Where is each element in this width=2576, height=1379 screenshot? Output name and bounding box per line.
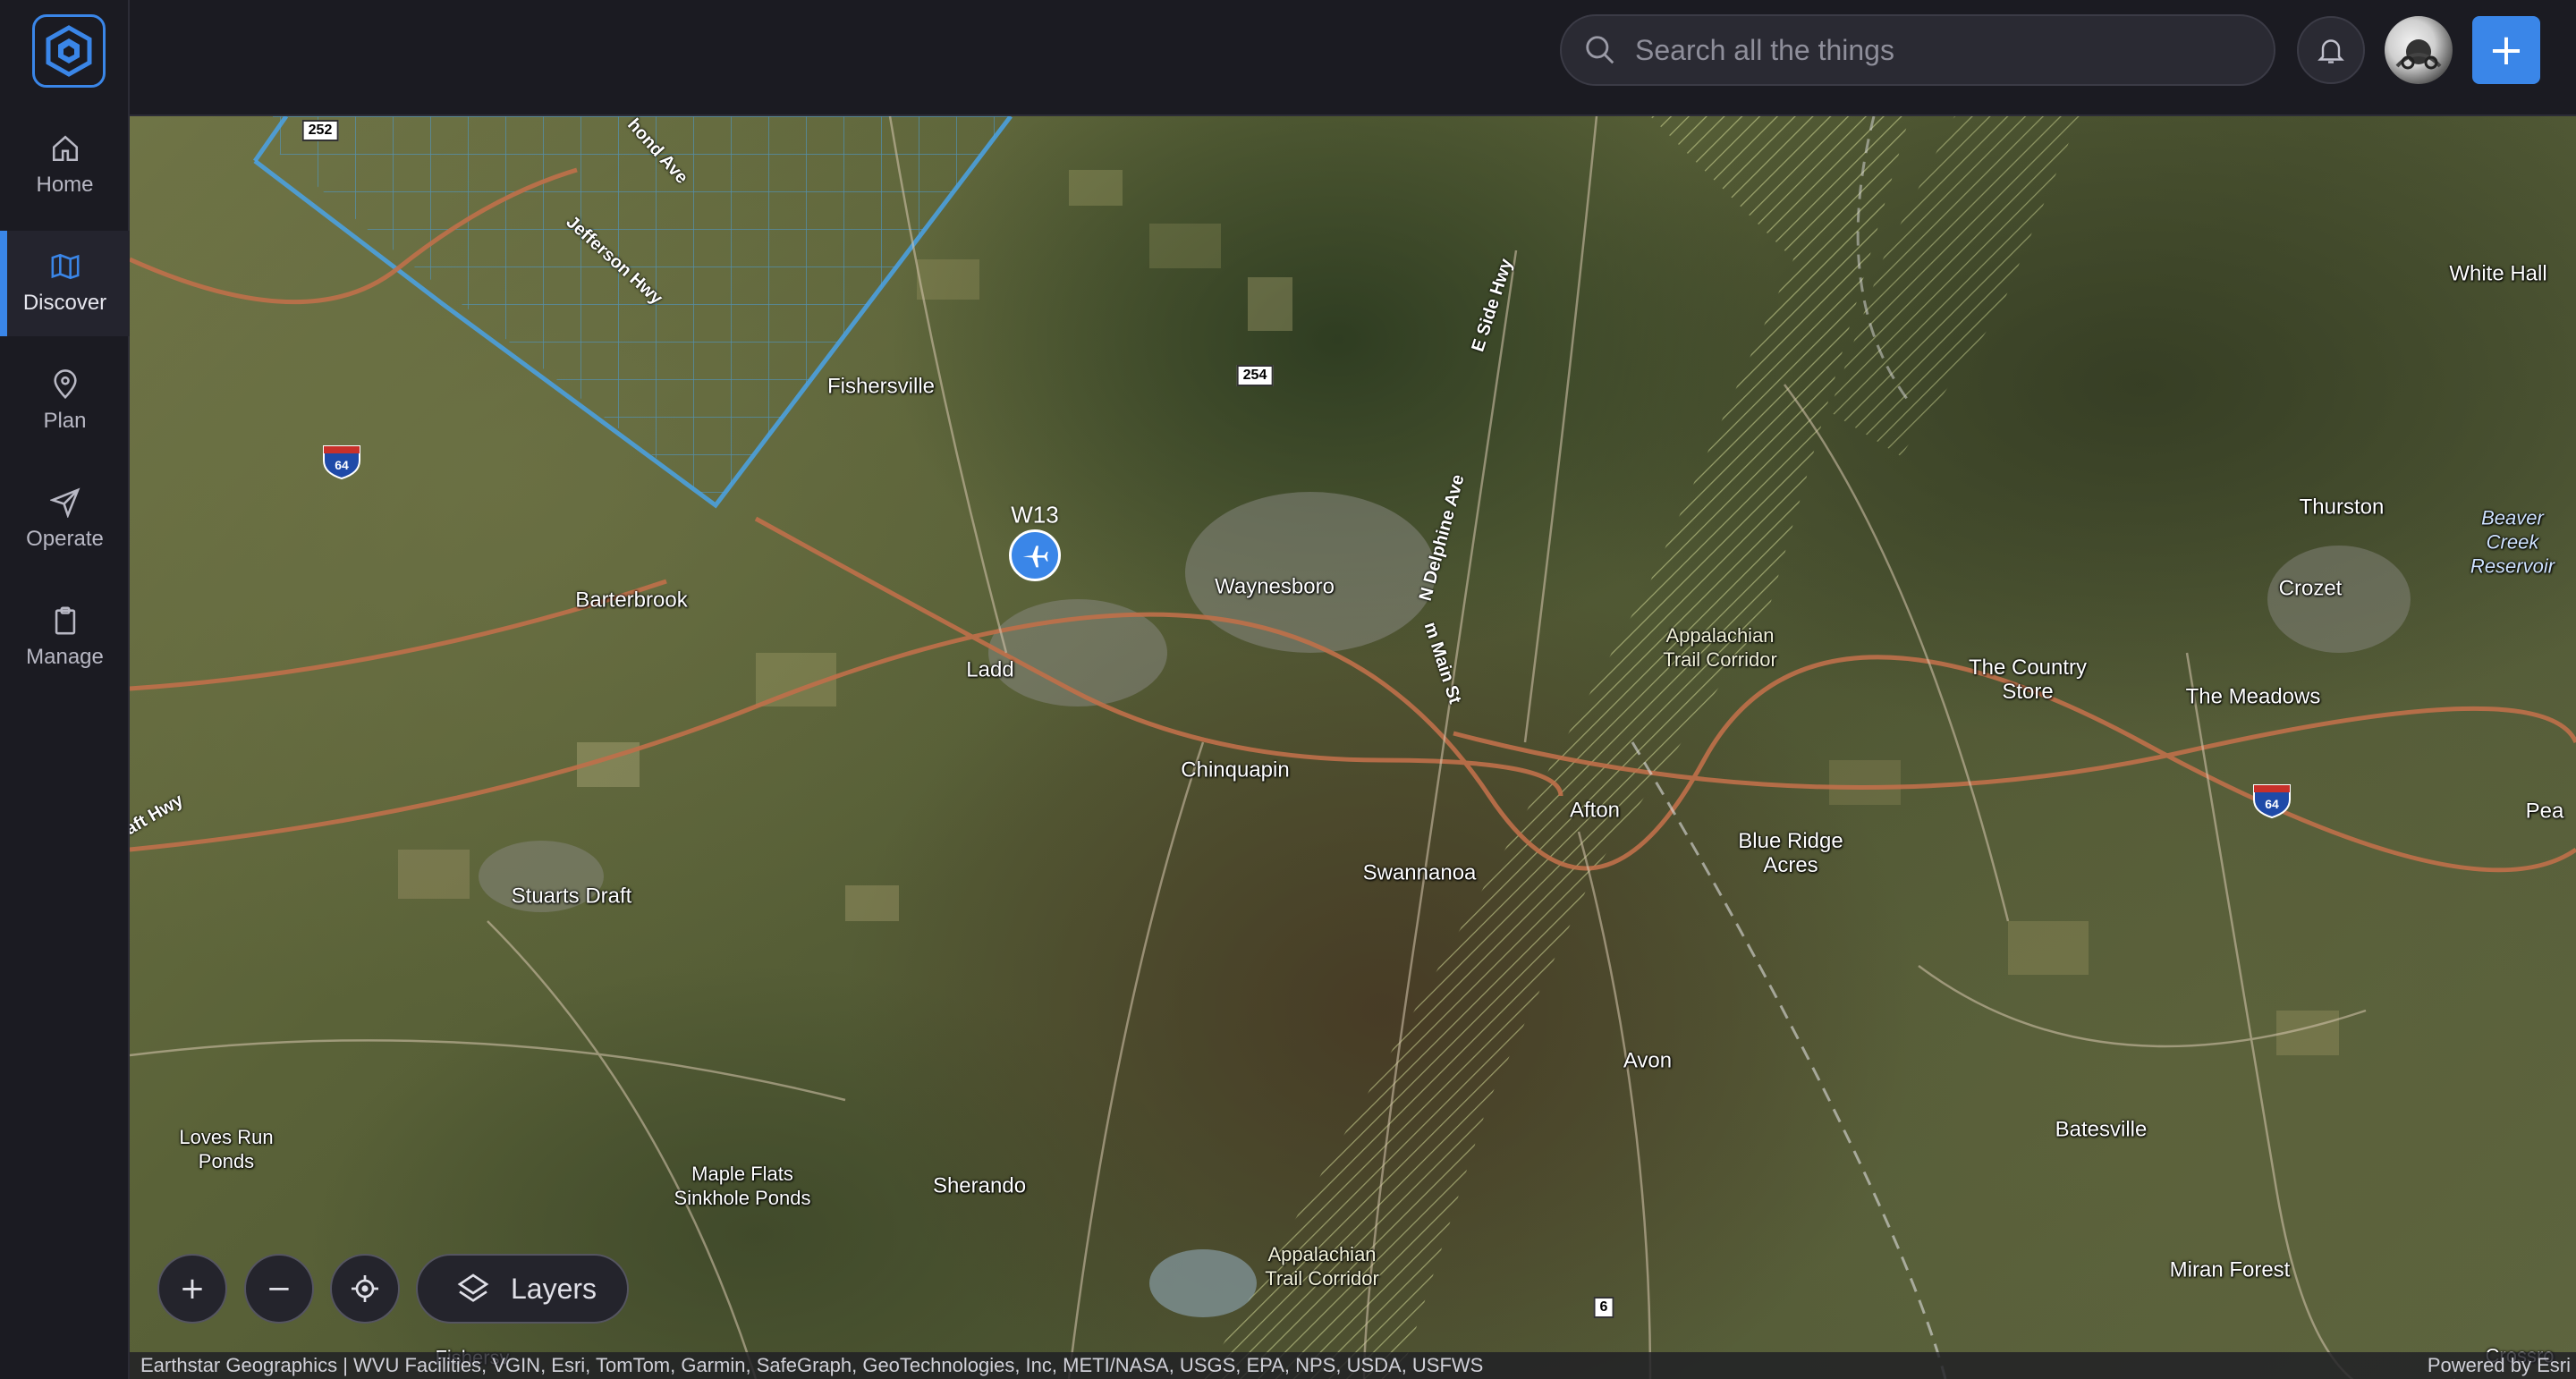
place-label: Batesville: [2055, 1117, 2148, 1142]
interstate-shield: 64: [2252, 783, 2292, 819]
interstate-number: 64: [2265, 797, 2279, 811]
layers-button[interactable]: Layers: [416, 1254, 629, 1324]
layers-label: Layers: [511, 1272, 597, 1305]
interstate-shield-icon: 64: [2253, 784, 2291, 819]
search-icon: [1586, 36, 1614, 64]
route-shield: 254: [1236, 365, 1274, 386]
map-pin-icon: [53, 369, 77, 399]
place-label: Fishersville: [826, 374, 936, 399]
place-label: Appalachian Trail Corridor: [1265, 1243, 1379, 1290]
place-label: Crozet: [2278, 576, 2343, 601]
sidebar-item-operate[interactable]: Operate: [0, 467, 130, 572]
sidebar-item-plan[interactable]: Plan: [0, 349, 130, 454]
place-label: Avon: [1623, 1048, 1673, 1073]
zoom-in-button[interactable]: +: [157, 1254, 227, 1324]
notifications-button[interactable]: [2297, 16, 2365, 84]
crosshair-icon: [352, 1275, 378, 1302]
search-bar[interactable]: [1560, 14, 2275, 86]
sidebar-item-label: Home: [36, 173, 94, 197]
interstate-number: 64: [335, 458, 349, 472]
powered-by-link[interactable]: Powered by Esri: [2428, 1352, 2571, 1379]
place-label: Swannanoa: [1362, 860, 1477, 885]
sidebar-item-label: Manage: [26, 645, 104, 669]
airplane-icon: [1022, 546, 1048, 568]
bell-icon: [2318, 39, 2344, 63]
airport-label: W13: [1011, 501, 1059, 529]
place-label: Maple Flats Sinkhole Ponds: [674, 1163, 811, 1209]
place-label: Beaver Creek Reservoir: [2470, 506, 2555, 578]
home-icon: [52, 135, 78, 162]
place-label: Waynesboro: [1215, 574, 1335, 599]
search-input[interactable]: [1635, 33, 2243, 67]
route-shield: 6: [1593, 1297, 1614, 1318]
place-label: Appalachian Trail Corridor: [1663, 624, 1777, 671]
sidebar-item-home[interactable]: Home: [0, 113, 130, 218]
clipboard-icon: [55, 606, 75, 635]
sidebar: Home Discover Plan Operate Manage: [0, 0, 130, 1379]
sidebar-item-discover[interactable]: Discover: [0, 231, 130, 336]
map-attribution: Earthstar Geographics | WVU Facilities, …: [130, 1352, 2576, 1379]
hexagon-logo-icon: [46, 25, 92, 77]
zoom-out-button[interactable]: −: [244, 1254, 314, 1324]
place-label: Ladd: [966, 657, 1014, 682]
place-label: The Meadows: [2185, 684, 2321, 709]
app-logo[interactable]: [32, 14, 106, 88]
place-label: Barterbrook: [575, 588, 688, 613]
attribution-text: Earthstar Geographics | WVU Facilities, …: [140, 1354, 1484, 1376]
add-button[interactable]: +: [2472, 16, 2540, 84]
locate-button[interactable]: [330, 1254, 400, 1324]
map-icon: [51, 253, 79, 280]
map-overlay: [130, 116, 2576, 1379]
avatar[interactable]: [2385, 16, 2453, 84]
place-label: White Hall: [2449, 261, 2547, 286]
place-label: Chinquapin: [1181, 757, 1290, 783]
map-view[interactable]: Fishersville Barterbrook Waynesboro Ladd…: [130, 116, 2576, 1379]
place-label: Blue Ridge Acres: [1738, 829, 1843, 877]
interstate-shield: 64: [322, 444, 361, 480]
route-shield: 252: [301, 120, 339, 141]
place-label: The Country Store: [1968, 656, 2088, 704]
place-label: Miran Forest: [2169, 1257, 2291, 1282]
place-label: Afton: [1569, 798, 1621, 823]
layers-icon: [457, 1273, 489, 1302]
sidebar-item-label: Plan: [43, 409, 87, 433]
place-label: Pea: [2525, 799, 2564, 824]
place-label: Sherando: [932, 1173, 1027, 1198]
sidebar-item-label: Operate: [26, 527, 104, 551]
send-icon: [49, 487, 80, 518]
interstate-shield-icon: 64: [323, 445, 360, 480]
place-label: Thurston: [2299, 495, 2385, 520]
airport-marker[interactable]: [1009, 529, 1061, 581]
sidebar-item-manage[interactable]: Manage: [0, 585, 130, 690]
place-label: Loves Run Ponds: [179, 1126, 274, 1172]
sidebar-item-label: Discover: [22, 291, 107, 315]
avatar-image-icon: [2395, 39, 2442, 70]
place-label: Stuarts Draft: [511, 884, 632, 909]
